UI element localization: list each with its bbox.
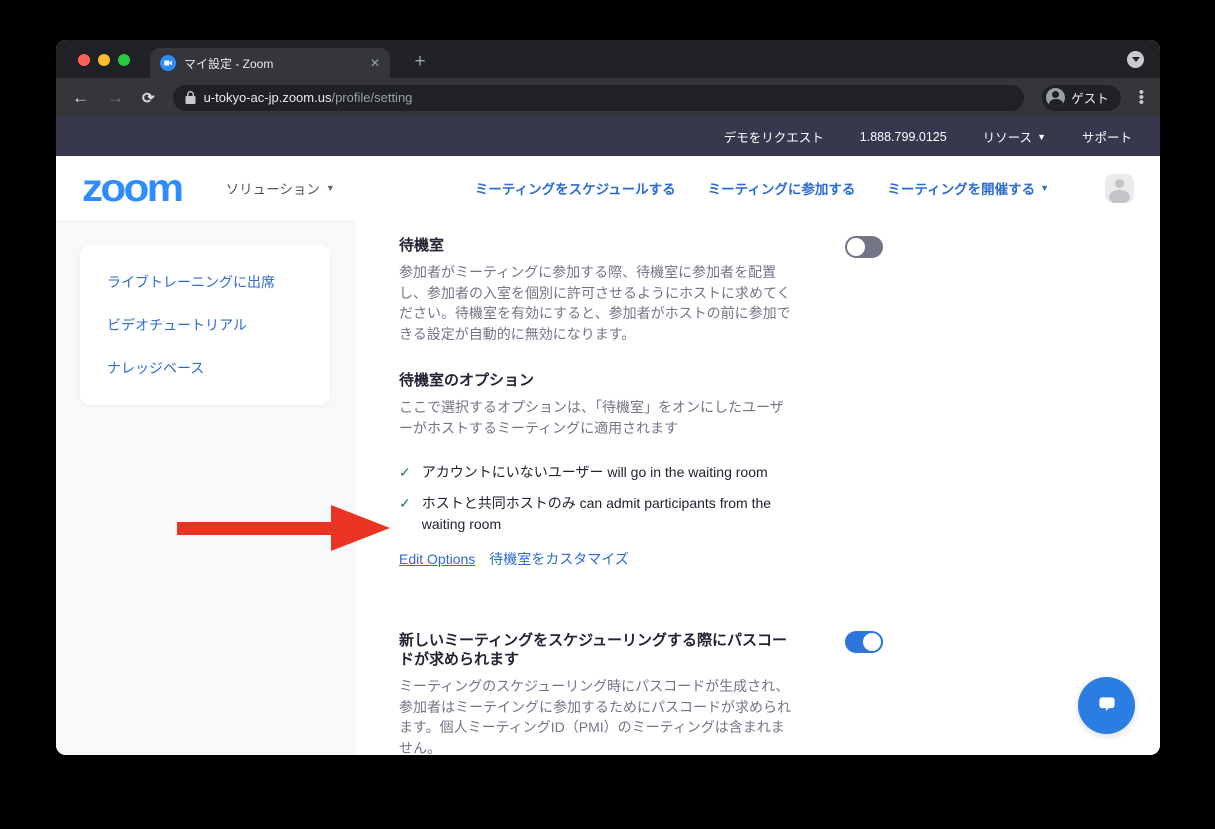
passcode-toggle[interactable] [845,631,883,653]
waiting-room-title: 待機室 [399,236,791,255]
section-divider [399,569,1160,631]
window-controls [78,54,130,66]
url-path: /profile/setting [331,90,412,105]
site-nav: ミーティングをスケジュールする ミーティングに参加する ミーティングを開催する ▼ [475,174,1134,203]
tab-strip: マイ設定 - Zoom ✕ + [56,40,1160,78]
customize-waiting-room-link[interactable]: 待機室をカスタマイズ [489,549,629,569]
guest-avatar-icon [1046,88,1065,107]
toggle-knob [847,238,865,256]
waiting-room-options-title: 待機室のオプション [399,371,791,390]
support-label: サポート [1082,127,1132,146]
zoom-favicon-icon [160,55,176,71]
schedule-meeting-link[interactable]: ミーティングをスケジュールする [475,178,676,198]
schedule-meeting-label: ミーティングをスケジュールする [475,178,676,198]
new-tab-button[interactable]: + [408,50,432,74]
waiting-room-options-description: ここで選択するオプションは、「待機室」をオンにしたユーザーがホストするミーティン… [399,397,791,438]
passcode-description: ミーティングのスケジューリング時にパスコードが生成され、参加者はミーテイングに参… [399,676,791,755]
setting-waiting-room: 待機室 参加者がミーティングに参加する際、待機室に参加者を配置し、参加者の入室を… [399,236,1160,344]
account-avatar[interactable] [1105,174,1134,203]
option-text: ホストと共同ホストのみ can admit participants from … [422,493,779,535]
chevron-down-icon [1132,57,1140,62]
list-item: ✓ ホストと共同ホストのみ can admit participants fro… [399,493,779,535]
sidebar-card: ライブトレーニングに出席 ビデオチュートリアル ナレッジベース [80,245,330,405]
checkmark-icon: ✓ [399,462,411,483]
chevron-down-icon: ▼ [326,183,335,193]
settings-main: 待機室 参加者がミーティングに参加する際、待機室に参加者を配置し、参加者の入室を… [356,220,1160,755]
back-button[interactable]: ← [72,89,89,106]
browser-toolbar: ← → ⟳ u-tokyo-ac-jp.zoom.us/profile/sett… [56,78,1160,117]
tab-close-icon[interactable]: ✕ [370,56,380,70]
request-demo-link[interactable]: デモをリクエスト [724,127,824,146]
fullscreen-window-button[interactable] [118,54,130,66]
site-header: zoom ソリューション ▼ ミーティングをスケジュールする ミーティングに参加… [56,156,1160,220]
forward-button[interactable]: → [107,89,124,106]
checkmark-icon: ✓ [399,493,411,535]
host-meeting-label: ミーティングを開催する [887,178,1035,198]
join-meeting-link[interactable]: ミーティングに参加する [708,178,856,198]
request-demo-label: デモをリクエスト [724,127,824,146]
url-text: u-tokyo-ac-jp.zoom.us/profile/setting [204,90,413,105]
waiting-room-description: 参加者がミーティングに参加する際、待機室に参加者を配置し、参加者の入室を個別に許… [399,262,791,344]
option-text: アカウントにいないユーザー will go in the waiting roo… [422,462,768,483]
resources-label: リソース [983,127,1032,146]
chat-support-button[interactable] [1078,677,1135,734]
setting-waiting-room-options: 待機室のオプション ここで選択するオプションは、「待機室」をオンにしたユーザーが… [399,371,791,569]
close-window-button[interactable] [78,54,90,66]
site-topbar: デモをリクエスト 1.888.799.0125 リソース ▼ サポート [56,117,1160,156]
lock-icon [185,91,196,104]
browser-tab[interactable]: マイ設定 - Zoom ✕ [150,48,390,78]
phone-number-label: 1.888.799.0125 [860,130,947,144]
zoom-logo[interactable]: zoom [82,169,182,208]
support-link[interactable]: サポート [1082,127,1132,146]
url-host: u-tokyo-ac-jp.zoom.us [204,90,332,105]
list-item: ✓ アカウントにいないユーザー will go in the waiting r… [399,462,779,483]
edit-options-link[interactable]: Edit Options [399,551,475,567]
passcode-title: 新しいミーティングをスケジューリングする際にパスコードが求められます [399,631,791,669]
minimize-window-button[interactable] [98,54,110,66]
guest-label: ゲスト [1071,88,1109,107]
tab-search-button[interactable] [1127,51,1144,68]
host-meeting-menu[interactable]: ミーティングを開催する ▼ [887,178,1049,198]
join-meeting-label: ミーティングに参加する [708,178,856,198]
browser-menu-icon[interactable]: ••• [1139,90,1144,105]
phone-number-link[interactable]: 1.888.799.0125 [860,130,947,144]
resources-menu[interactable]: リソース ▼ [983,127,1046,146]
address-bar[interactable]: u-tokyo-ac-jp.zoom.us/profile/setting [173,85,1025,111]
chat-bubble-icon [1094,693,1120,719]
toggle-knob [863,633,881,651]
sidebar-link-video-tutorials[interactable]: ビデオチュートリアル [107,315,310,335]
sidebar-link-live-training[interactable]: ライブトレーニングに出席 [107,272,310,292]
waiting-room-links: Edit Options 待機室をカスタマイズ [399,549,791,569]
chevron-down-icon: ▼ [1040,183,1049,193]
solutions-label: ソリューション [226,178,320,198]
annotation-arrow-icon [177,505,390,551]
arrow-head [331,505,390,551]
sidebar-link-knowledge-base[interactable]: ナレッジベース [107,358,310,378]
tab-title: マイ設定 - Zoom [184,55,362,72]
arrow-shaft [177,522,331,535]
setting-passcode: 新しいミーティングをスケジューリングする際にパスコードが求められます ミーティン… [399,631,1160,755]
passcode-text: 新しいミーティングをスケジューリングする際にパスコードが求められます ミーティン… [399,631,791,755]
chevron-down-icon: ▼ [1037,132,1046,142]
waiting-room-options-list: ✓ アカウントにいないユーザー will go in the waiting r… [399,462,791,535]
reload-button[interactable]: ⟳ [142,89,155,107]
sidebar: ライブトレーニングに出席 ビデオチュートリアル ナレッジベース [56,220,356,755]
waiting-room-text: 待機室 参加者がミーティングに参加する際、待機室に参加者を配置し、参加者の入室を… [399,236,791,344]
waiting-room-toggle[interactable] [845,236,883,258]
page-content: ライブトレーニングに出席 ビデオチュートリアル ナレッジベース 待機室 参加者が… [56,220,1160,755]
profile-guest-button[interactable]: ゲスト [1042,85,1121,111]
solutions-menu[interactable]: ソリューション ▼ [226,178,335,198]
browser-window: マイ設定 - Zoom ✕ + ← → ⟳ u-tokyo-ac-jp.zoom… [56,40,1160,755]
